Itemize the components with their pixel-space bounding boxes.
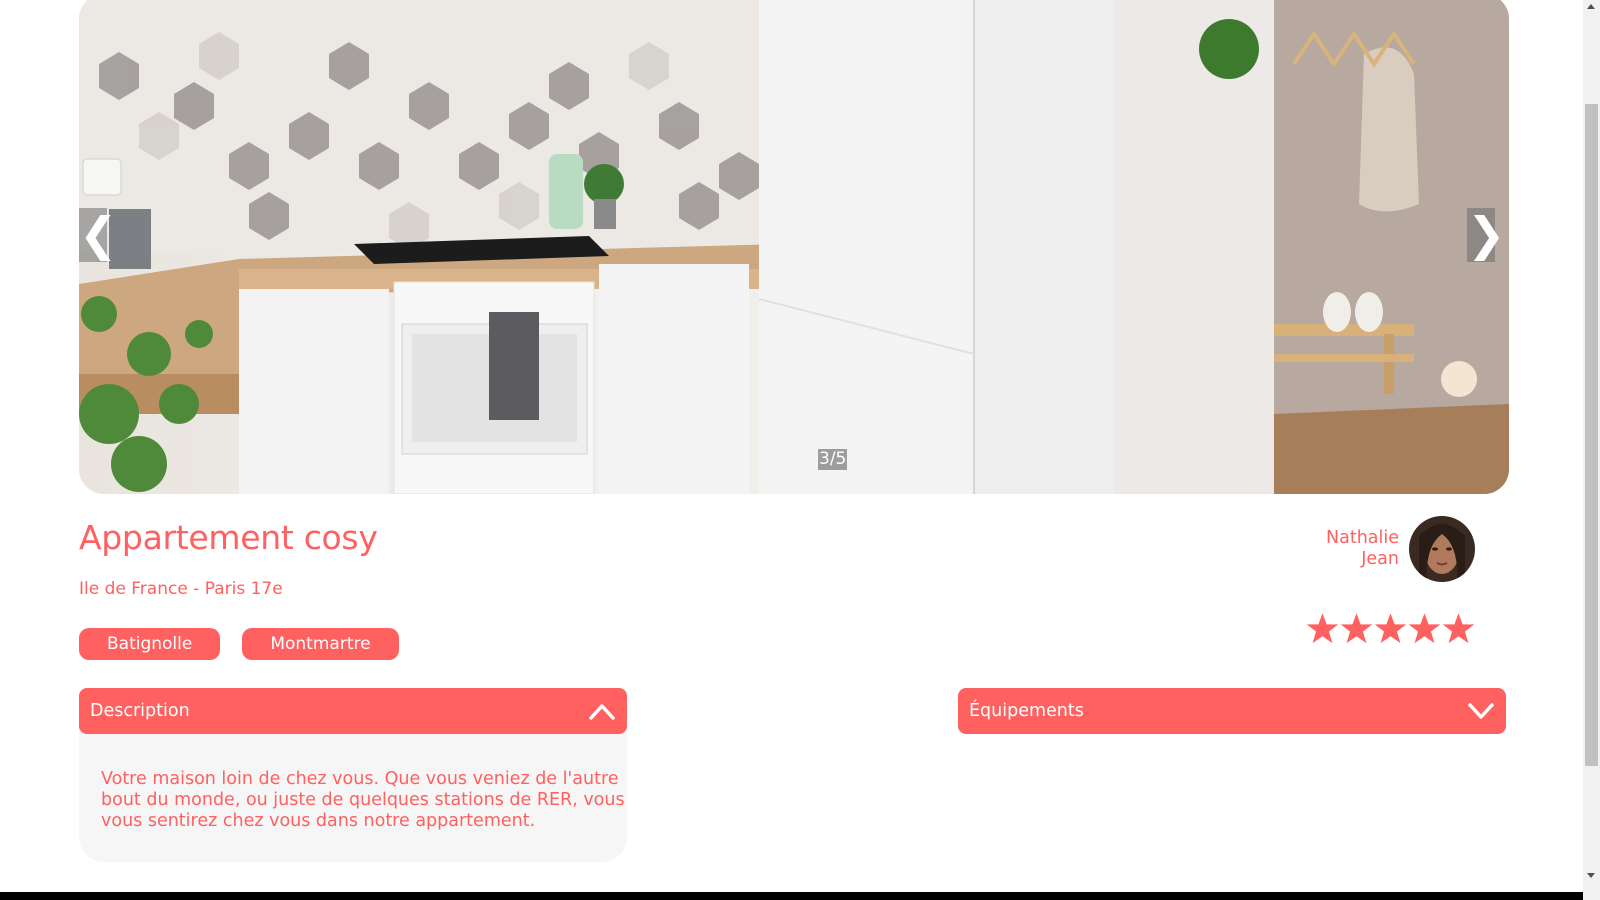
- star-icon: [1374, 613, 1407, 644]
- description-collapse: Description Votre maison loin de chez vo…: [79, 688, 627, 862]
- apartment-photo: [79, 0, 1509, 494]
- listing-title: Appartement cosy: [79, 518, 378, 557]
- description-collapse-header[interactable]: Description: [79, 688, 627, 734]
- next-image-button[interactable]: ❯: [1467, 208, 1506, 262]
- tag-batignolle: Batignolle: [79, 628, 221, 660]
- footer: [0, 892, 1583, 900]
- scrollbar-thumb[interactable]: [1585, 104, 1598, 766]
- star-icon: [1442, 613, 1475, 644]
- previous-image-button[interactable]: ❮: [79, 208, 118, 262]
- equipements-title: Équipements: [969, 701, 1084, 721]
- equipements-collapse-header[interactable]: Équipements: [958, 688, 1506, 734]
- host-profile: Nathalie Jean: [1326, 516, 1475, 582]
- star-icon: [1340, 613, 1373, 644]
- image-counter: 3/5: [818, 449, 848, 470]
- host-name: Nathalie Jean: [1326, 528, 1399, 570]
- equipements-collapse: Équipements: [958, 688, 1506, 734]
- star-icon: [1408, 613, 1441, 644]
- scroll-down-icon[interactable]: [1587, 873, 1595, 878]
- host-first-name: Nathalie: [1326, 528, 1399, 548]
- star-icon: [1306, 613, 1339, 644]
- listing-location: Ile de France - Paris 17e: [79, 579, 283, 599]
- rating-stars: [1306, 612, 1475, 645]
- avatar: [1409, 516, 1475, 582]
- tag-montmartre: Montmartre: [242, 628, 399, 660]
- description-body: Votre maison loin de chez vous. Que vous…: [79, 724, 627, 862]
- description-title: Description: [90, 701, 190, 721]
- gallery-carousel: ❮ ❯ 3/5: [79, 0, 1509, 494]
- host-last-name: Jean: [1361, 549, 1399, 569]
- chevron-up-icon[interactable]: [588, 701, 616, 721]
- scroll-up-icon[interactable]: [1587, 4, 1595, 9]
- chevron-down-icon[interactable]: [1467, 701, 1495, 721]
- scrollbar[interactable]: [1583, 0, 1600, 900]
- tag-list: Batignolle Montmartre: [79, 628, 399, 660]
